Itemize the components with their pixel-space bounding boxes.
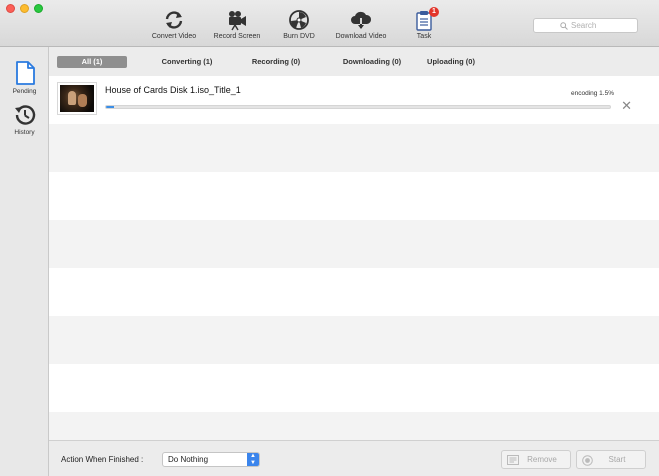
maximize-window-button[interactable] xyxy=(34,4,43,13)
remove-button[interactable]: Remove xyxy=(501,450,571,469)
sidebar-item-pending[interactable]: Pending xyxy=(0,60,49,95)
task-progress-fill xyxy=(106,106,114,108)
toolbar: Convert Video Record Screen Burn DVD Dow… xyxy=(0,0,659,47)
minimize-window-button[interactable] xyxy=(20,4,29,13)
list-row xyxy=(49,220,659,268)
list-row xyxy=(49,172,659,220)
camera-icon xyxy=(229,11,246,31)
task-button[interactable]: 1 Task xyxy=(412,7,439,43)
convert-icon xyxy=(165,11,183,29)
action-when-finished-select[interactable]: Do Nothing ▲ ▼ xyxy=(162,452,260,467)
download-video-label: Download Video xyxy=(335,33,387,40)
task-count-badge: 1 xyxy=(429,7,439,17)
tab-recording[interactable]: Recording (0) xyxy=(243,56,309,68)
record-screen-button[interactable]: Record Screen xyxy=(210,9,264,43)
convert-video-button[interactable]: Convert Video xyxy=(147,9,201,43)
app-window: Convert Video Record Screen Burn DVD Dow… xyxy=(0,0,659,476)
document-icon xyxy=(15,61,35,85)
search-icon xyxy=(560,21,568,30)
close-window-button[interactable] xyxy=(6,4,15,13)
convert-video-label: Convert Video xyxy=(151,33,197,40)
burn-dvd-button[interactable]: Burn DVD xyxy=(280,9,318,43)
select-arrows-icon: ▲ ▼ xyxy=(247,453,259,466)
task-row[interactable]: House of Cards Disk 1.iso_Title_1 encodi… xyxy=(49,76,659,124)
list-row xyxy=(49,316,659,364)
status-tabs: All (1) Converting (1) Recording (0) Dow… xyxy=(50,56,659,70)
sidebar: Pending History xyxy=(0,47,49,476)
search-input[interactable] xyxy=(571,21,611,30)
footer-bar: Action When Finished : Do Nothing ▲ ▼ Rem… xyxy=(49,440,659,476)
cloud-download-icon xyxy=(351,11,372,29)
tab-converting[interactable]: Converting (1) xyxy=(151,56,223,68)
action-when-finished-label: Action When Finished : xyxy=(61,455,144,464)
burn-dvd-label: Burn DVD xyxy=(283,33,315,40)
start-button[interactable]: Start xyxy=(576,450,646,469)
task-label: Task xyxy=(416,33,432,40)
tab-downloading[interactable]: Downloading (0) xyxy=(329,56,415,68)
list-row xyxy=(49,268,659,316)
search-box[interactable] xyxy=(533,18,638,33)
remove-button-label: Remove xyxy=(527,455,557,464)
list-row xyxy=(49,124,659,172)
download-video-button[interactable]: Download Video xyxy=(333,9,389,43)
action-when-finished-value: Do Nothing xyxy=(168,455,209,464)
list-row xyxy=(49,412,659,440)
sidebar-item-label: Pending xyxy=(12,88,37,95)
start-button-label: Start xyxy=(608,455,626,464)
task-file-name: House of Cards Disk 1.iso_Title_1 xyxy=(105,85,241,95)
remove-task-close-icon[interactable]: ✕ xyxy=(621,99,632,112)
task-status-text: encoding 1.5% xyxy=(570,90,614,97)
task-list: House of Cards Disk 1.iso_Title_1 encodi… xyxy=(49,76,659,440)
record-screen-label: Record Screen xyxy=(213,33,261,40)
tab-all[interactable]: All (1) xyxy=(57,56,127,68)
sidebar-item-label: History xyxy=(14,129,35,136)
window-controls xyxy=(6,4,43,13)
sidebar-item-history[interactable]: History xyxy=(0,103,49,136)
list-row xyxy=(49,364,659,412)
burn-icon xyxy=(289,10,309,30)
history-icon xyxy=(14,105,35,125)
task-progress-bar xyxy=(105,105,611,109)
tab-uploading[interactable]: Uploading (0) xyxy=(421,56,481,68)
video-thumbnail xyxy=(57,82,97,115)
